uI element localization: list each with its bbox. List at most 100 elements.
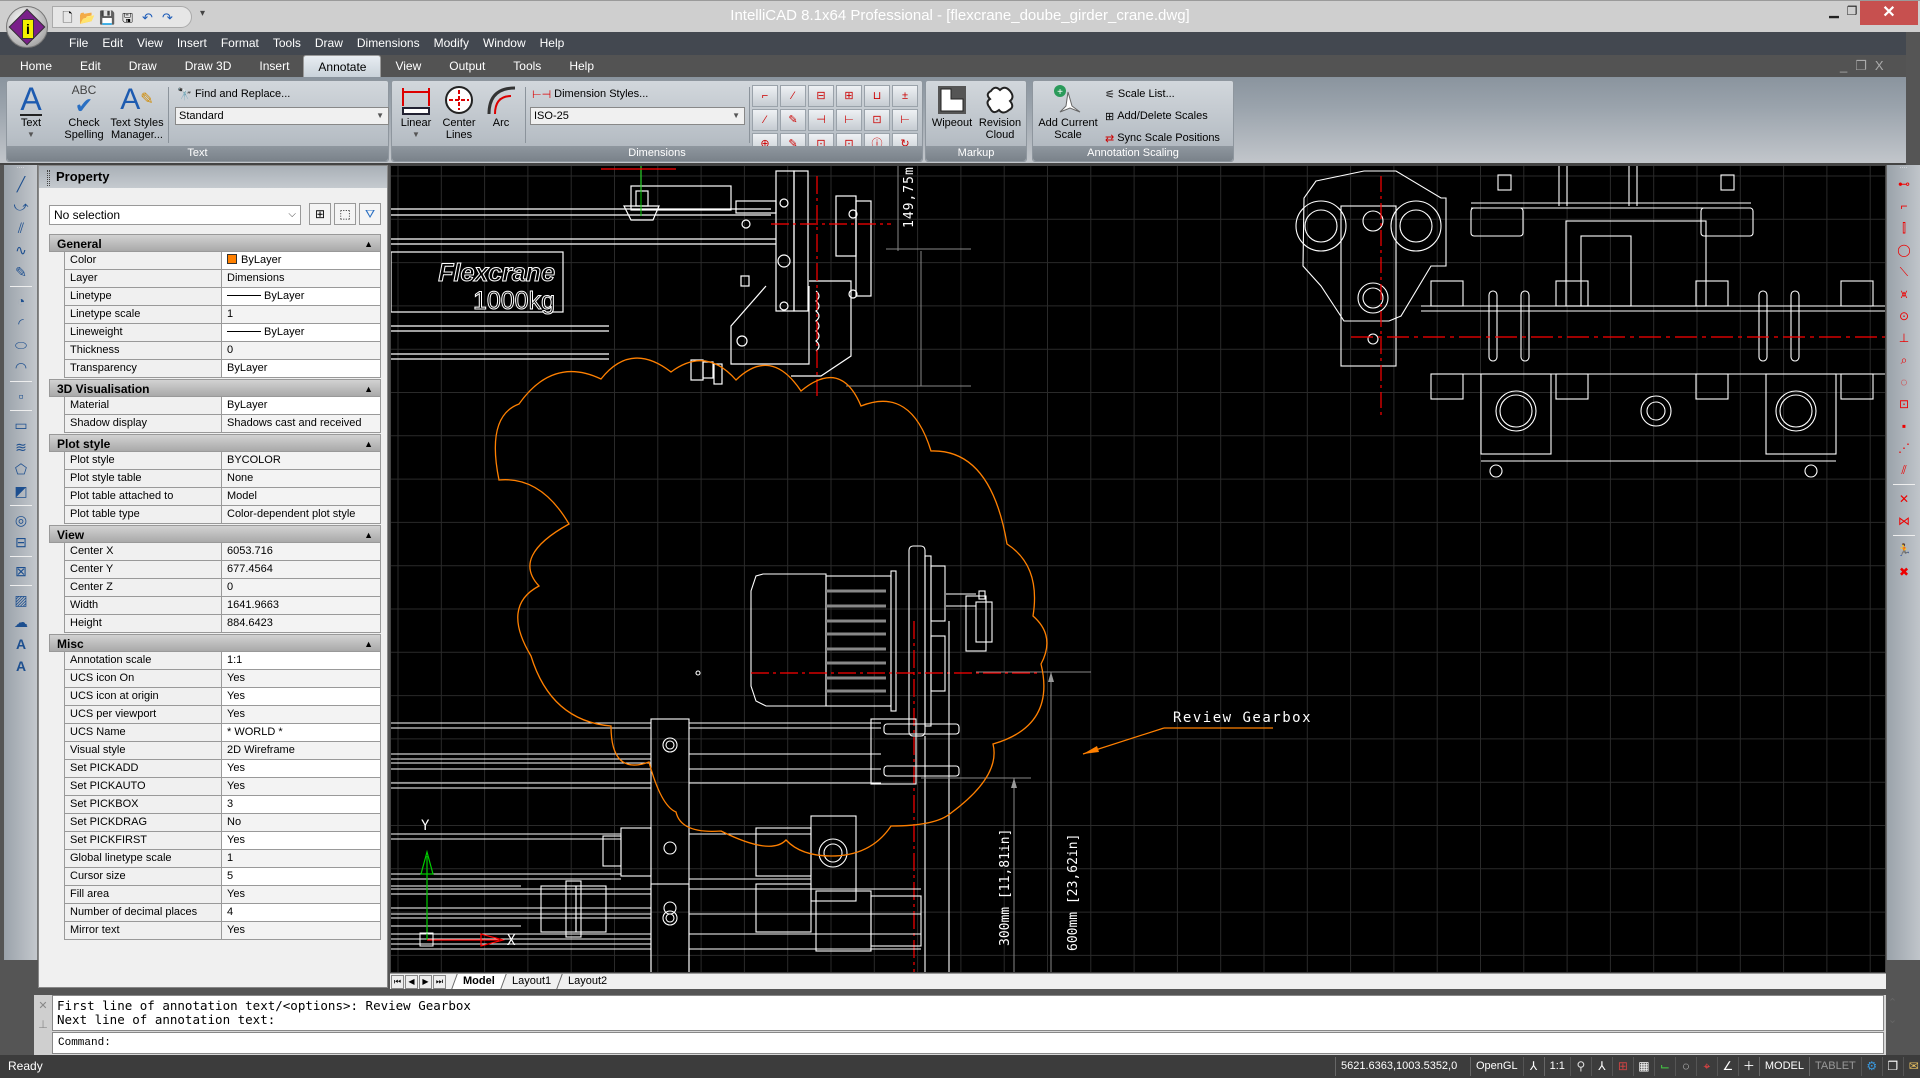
property-value[interactable]: 3 <box>222 796 380 813</box>
property-value[interactable]: ByLayer <box>222 288 380 305</box>
menu-modify[interactable]: Modify <box>427 32 476 55</box>
annotation-visibility-icon[interactable]: ⚲ <box>1569 1057 1591 1076</box>
property-value[interactable]: 884.6423 <box>222 615 380 632</box>
text-tool-button[interactable]: A <box>4 655 38 677</box>
add-delete-scales-button[interactable]: ⊞ Add/Delete Scales <box>1105 107 1208 125</box>
save-as-button[interactable]: 🖫 <box>119 9 136 26</box>
property-row[interactable]: Plot table attached to Model <box>64 488 381 506</box>
property-value[interactable]: 5 <box>222 868 380 885</box>
oblique-text-button[interactable]: ⁄ <box>752 109 778 131</box>
point-tool-button[interactable]: ▫ <box>4 385 38 407</box>
customize-qat-icon[interactable]: ▾ <box>200 8 205 19</box>
command-input[interactable]: Command: <box>52 1032 1884 1054</box>
property-value[interactable]: * WORLD * <box>222 724 380 741</box>
space-button[interactable]: ⊢ <box>836 109 862 131</box>
ordinate-button[interactable]: ⊔ <box>864 85 890 107</box>
redo-button[interactable]: ↷ <box>159 9 176 26</box>
undo-button[interactable]: ↶ <box>139 9 156 26</box>
node-snap-button[interactable]: ▪ <box>1887 415 1920 437</box>
property-value[interactable]: Yes <box>222 922 380 939</box>
property-value[interactable]: Yes <box>222 832 380 849</box>
linear-dimension-button[interactable]: Linear ▼ <box>396 83 436 141</box>
arc-tool-button[interactable]: ◜ <box>4 312 38 334</box>
tab-edit[interactable]: Edit <box>66 55 115 77</box>
spline-tool-button[interactable]: ∿ <box>4 239 38 261</box>
toggle-pickadd-button[interactable]: ⛛ <box>359 203 381 225</box>
property-row[interactable]: Center X 6053.716 <box>64 543 381 561</box>
revision-cloud-tool-button[interactable]: ☁ <box>4 611 38 633</box>
open-button[interactable]: 📂 <box>79 9 96 26</box>
tab-draw[interactable]: Draw <box>115 55 171 77</box>
break-button[interactable]: ⊣ <box>808 109 834 131</box>
sync-scale-positions-button[interactable]: ⇄ Sync Scale Positions <box>1105 129 1220 147</box>
property-value[interactable]: 1 <box>222 306 380 323</box>
baseline-button[interactable]: ⊟ <box>808 85 834 107</box>
clear-osnap-snap-button[interactable]: ✖ <box>1887 561 1920 583</box>
property-row[interactable]: Plot table type Color-dependent plot styl… <box>64 506 381 524</box>
property-row[interactable]: Linetype ByLayer <box>64 288 381 306</box>
property-row[interactable]: UCS per viewport Yes <box>64 706 381 724</box>
wipeout-button[interactable]: Wipeout <box>928 83 976 129</box>
property-panel-header[interactable]: Property <box>39 166 387 188</box>
layout-tab-layout2[interactable]: Layout2 <box>556 974 618 989</box>
annotation-scale[interactable]: 1:1 <box>1543 1057 1570 1076</box>
auto-scale-icon[interactable]: ⅄ <box>1590 1057 1612 1076</box>
new-button[interactable]: 🗋 <box>59 9 76 26</box>
otrack-icon[interactable]: ∠ <box>1716 1057 1738 1076</box>
property-value[interactable]: Dimensions <box>222 270 380 287</box>
tab-tools[interactable]: Tools <box>499 55 555 77</box>
ortho-icon[interactable]: ⌙ <box>1653 1057 1675 1076</box>
property-value[interactable]: Yes <box>222 670 380 687</box>
arc-dimension-button[interactable]: Arc <box>484 83 518 129</box>
property-value[interactable]: Yes <box>222 688 380 705</box>
intersection-snap-button[interactable]: ⫿ <box>1887 217 1920 239</box>
property-row[interactable]: Height 884.6423 <box>64 615 381 633</box>
property-value[interactable]: Yes <box>222 886 380 903</box>
menu-view[interactable]: View <box>130 32 170 55</box>
property-row[interactable]: Fill area Yes <box>64 886 381 904</box>
gear-icon[interactable]: ⚙ <box>1860 1057 1882 1076</box>
text-styles-manager-button[interactable]: A ✎ Text Styles Manager... <box>107 83 167 142</box>
osnap-icon[interactable]: ⌖ <box>1695 1057 1717 1076</box>
center-lines-button[interactable]: Center Lines <box>438 83 480 141</box>
line-tool-button[interactable]: ╱ <box>4 173 38 195</box>
property-row[interactable]: Thickness 0 <box>64 342 381 360</box>
property-row[interactable]: Center Z 0 <box>64 579 381 597</box>
multiline-tool-button[interactable]: ≋ <box>4 436 38 458</box>
property-value[interactable]: Yes <box>222 706 380 723</box>
property-row[interactable]: Set PICKFIRST Yes <box>64 832 381 850</box>
mail-icon[interactable]: ✉ <box>1902 1057 1920 1076</box>
property-value[interactable]: 0 <box>222 342 380 359</box>
layout-tab-layout1[interactable]: Layout1 <box>500 974 562 989</box>
property-row[interactable]: Color ByLayer <box>64 252 381 270</box>
last-tab-button[interactable]: ⏭ <box>433 974 446 989</box>
extension-snap-button[interactable]: ⋰ <box>1887 437 1920 459</box>
menu-help[interactable]: Help <box>533 32 572 55</box>
menu-window[interactable]: Window <box>476 32 533 55</box>
intersection-3d-snap-button[interactable]: ✕ <box>1887 488 1920 510</box>
dimension-style-select[interactable]: ISO-25 ▼ <box>530 107 745 125</box>
mtext-tool-button[interactable]: A <box>4 633 38 655</box>
property-value[interactable]: BYCOLOR <box>222 452 380 469</box>
windows-icon[interactable]: ❐ <box>1881 1057 1903 1076</box>
tab-view[interactable]: View <box>381 55 435 77</box>
close-icon[interactable]: ✕ <box>34 999 52 1012</box>
menu-format[interactable]: Format <box>214 32 266 55</box>
section-plot-style[interactable]: Plot style ▲ <box>49 434 381 452</box>
collapse-icon[interactable]: ▲ <box>364 635 373 653</box>
property-row[interactable]: Visual style 2D Wireframe <box>64 742 381 760</box>
center-snap-button[interactable]: ⊙ <box>1887 305 1920 327</box>
property-value[interactable]: 1:1 <box>222 652 380 669</box>
tolerance-button[interactable]: ± <box>892 85 918 107</box>
property-row[interactable]: Transparency ByLayer <box>64 360 381 378</box>
dimension-styles-button[interactable]: ⊢⊣ Dimension Styles... <box>532 85 648 103</box>
property-row[interactable]: UCS icon On Yes <box>64 670 381 688</box>
menu-draw[interactable]: Draw <box>308 32 350 55</box>
property-row[interactable]: Global linetype scale 1 <box>64 850 381 868</box>
reassociate-button[interactable]: ⊢ <box>892 109 918 131</box>
hatch-tool-button[interactable]: ▨ <box>4 589 38 611</box>
prev-tab-button[interactable]: ◀ <box>405 974 418 989</box>
section-view[interactable]: View ▲ <box>49 525 381 543</box>
quick-select-button[interactable]: ⊞ <box>309 203 331 225</box>
menu-edit[interactable]: Edit <box>95 32 130 55</box>
